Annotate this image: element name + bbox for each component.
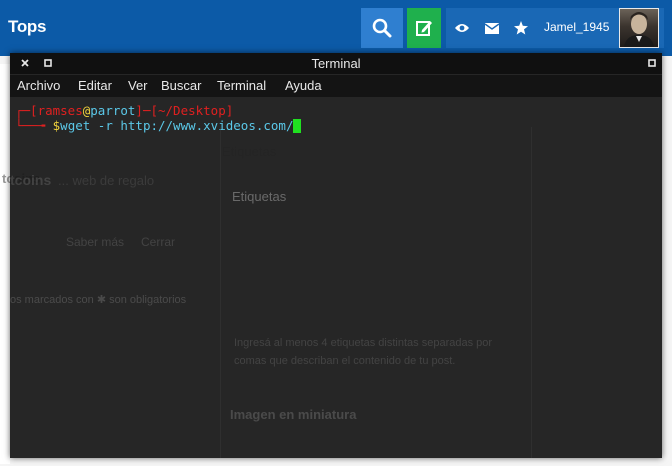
star-icon[interactable] (512, 19, 530, 37)
terminal-output[interactable]: ┌─[ramses@parrot]─[~/Desktop] └──╼ $wget… (10, 97, 662, 458)
text-cursor (293, 119, 302, 133)
username[interactable]: Jamel_1945 (544, 20, 609, 34)
menu-ayuda[interactable]: Ayuda (285, 78, 322, 93)
mail-icon[interactable] (483, 19, 501, 37)
command-text: wget -r http://www.xvideos.com/ (60, 118, 294, 133)
eye-icon[interactable] (453, 19, 471, 37)
menu-editar[interactable]: Editar (78, 78, 112, 93)
command-line: └──╼ $wget -r http://www.xvideos.com/ (15, 118, 302, 133)
bg-section-thumb: Imagen en miniatura (230, 407, 357, 422)
prompt-user: ramses (37, 103, 83, 118)
menu-terminal[interactable]: Terminal (217, 78, 266, 93)
bg-link-saber: Saber más (66, 235, 125, 249)
new-post-button[interactable] (407, 8, 441, 48)
search-icon (372, 18, 392, 38)
avatar[interactable] (619, 8, 659, 48)
search-button[interactable] (361, 8, 403, 48)
terminal-window: Terminal Archivo Editar Ver Buscar Termi… (10, 53, 662, 458)
bg-title-fragment-overlay: tcoins (10, 172, 52, 188)
bg-form-panel (220, 127, 532, 458)
terminal-title: Terminal (311, 56, 361, 71)
menu-ver[interactable]: Ver (128, 78, 148, 93)
bg-required-note: os marcados con ✱ son obligatorios (10, 294, 187, 306)
prompt-line: ┌─[ramses@parrot]─[~/Desktop] (15, 103, 234, 118)
edit-icon (416, 21, 432, 36)
prompt-dir: ~/Desktop (158, 103, 226, 118)
site-brand[interactable]: Tops (8, 17, 46, 37)
site-header: Tops Jamel_1945 (0, 0, 672, 56)
bg-subtitle-fragment: ... web de regalo (58, 173, 155, 188)
menu-buscar[interactable]: Buscar (161, 78, 201, 93)
avatar-portrait (624, 12, 654, 47)
prompt-host: parrot (90, 103, 136, 118)
terminal-titlebar[interactable]: Terminal (10, 53, 662, 74)
bg-tags-help-2: comas que describan el contenido de tu p… (234, 355, 456, 367)
bg-section-tags: Etiquetas (232, 189, 287, 204)
bg-tags-help-1: Ingresá al menos 4 etiquetas distintas s… (234, 337, 493, 349)
restore-icon[interactable] (646, 57, 658, 69)
terminal-menubar: Archivo Editar Ver Buscar Terminal Ayuda (10, 75, 662, 97)
bg-link-cerrar: Cerrar (141, 235, 176, 249)
menu-archivo[interactable]: Archivo (17, 78, 60, 93)
